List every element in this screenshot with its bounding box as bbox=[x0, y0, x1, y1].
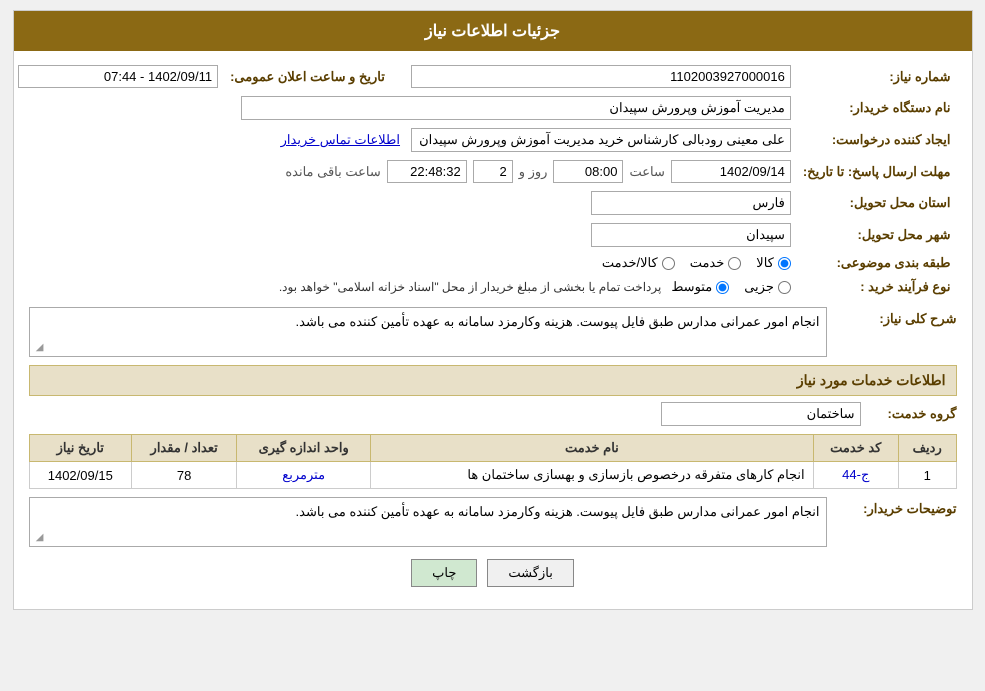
farayand-motavaset-radio[interactable] bbox=[716, 281, 729, 294]
gorohKhadamat-value: ساختمان bbox=[661, 402, 861, 426]
tabaqe-kala-khadamat-option[interactable]: کالا/خدمت bbox=[602, 255, 675, 271]
cell-vahed: مترمربع bbox=[237, 462, 371, 489]
ostan-value: فارس bbox=[591, 191, 791, 215]
noveFarayand-note: پرداخت تمام یا بخشی از مبلغ خریدار از مح… bbox=[279, 280, 662, 294]
services-table: ردیف کد خدمت نام خدمت واحد اندازه گیری ت… bbox=[29, 434, 957, 489]
shahr-label: شهر محل تحویل: bbox=[797, 219, 957, 251]
tosifat-value: انجام امور عمرانی مدارس طبق فایل پیوست. … bbox=[296, 504, 820, 519]
tosifat-box: انجام امور عمرانی مدارس طبق فایل پیوست. … bbox=[29, 497, 827, 547]
cell-kod: ج-44 bbox=[813, 462, 898, 489]
mohlat-label: مهلت ارسال پاسخ: تا تاریخ: bbox=[797, 156, 957, 187]
col-tedad: تعداد / مقدار bbox=[132, 435, 237, 462]
col-radif: ردیف bbox=[898, 435, 956, 462]
print-button[interactable]: چاپ bbox=[411, 559, 477, 587]
sharhKoli-label: شرح کلی نیاز: bbox=[827, 307, 957, 327]
col-tarikh: تاریخ نیاز bbox=[29, 435, 132, 462]
mohlat-saat-value: 08:00 bbox=[553, 160, 623, 183]
mohlat-saat-mande-label: ساعت باقی مانده bbox=[285, 164, 380, 180]
cell-tedad: 78 bbox=[132, 462, 237, 489]
mohlat-date: 1402/09/14 bbox=[671, 160, 791, 183]
ijadKonande-value: علی معینی رودبالی کارشناس خرید مدیریت آم… bbox=[411, 128, 791, 152]
ijadKonande-label: ایجاد کننده درخواست: bbox=[797, 124, 957, 156]
page-title: جزئیات اطلاعات نیاز bbox=[14, 11, 972, 51]
cell-name: انجام کارهای متفرقه درخصوص بازسازی و بهس… bbox=[371, 462, 814, 489]
back-button[interactable]: بازگشت bbox=[487, 559, 573, 587]
col-vahed: واحد اندازه گیری bbox=[237, 435, 371, 462]
shomareNiaz-label: شماره نیاز: bbox=[797, 61, 957, 92]
cell-radif: 1 bbox=[898, 462, 956, 489]
noveFarayand-label: نوع فرآیند خرید : bbox=[797, 275, 957, 299]
namDastgah-value: مدیریت آموزش وپرورش سپیدان bbox=[241, 96, 791, 120]
farayand-motavaset-label: متوسط bbox=[671, 279, 712, 295]
farayand-jozi-option[interactable]: جزیی bbox=[744, 279, 791, 295]
tabaqe-kala-option[interactable]: کالا bbox=[756, 255, 791, 271]
tabaqe-kala-radio[interactable] bbox=[778, 257, 791, 270]
sharhKoli-box: انجام امور عمرانی مدارس طبق فایل پیوست. … bbox=[29, 307, 827, 357]
mohlat-saat-label: ساعت bbox=[629, 164, 664, 180]
shahr-value: سپیدان bbox=[591, 223, 791, 247]
col-kod: کد خدمت bbox=[813, 435, 898, 462]
tabaqe-kala-khadamat-label: کالا/خدمت bbox=[602, 255, 658, 271]
farayand-jozi-radio[interactable] bbox=[778, 281, 791, 294]
resize-handle-tosifat: ◢ bbox=[32, 532, 44, 544]
tabaqe-khadamat-label: خدمت bbox=[690, 255, 725, 271]
ostan-label: استان محل تحویل: bbox=[797, 187, 957, 219]
tabaqe-kala-label: کالا bbox=[756, 255, 774, 271]
tabaqe-label: طبقه بندی موضوعی: bbox=[797, 251, 957, 275]
farayand-jozi-label: جزیی bbox=[744, 279, 774, 295]
shomareNiaz-value: 1102003927000016 bbox=[411, 65, 791, 88]
tabaqe-khadamat-option[interactable]: خدمت bbox=[690, 255, 742, 271]
sharhKoli-value: انجام امور عمرانی مدارس طبق فایل پیوست. … bbox=[296, 314, 820, 329]
tabaqe-khadamat-radio[interactable] bbox=[728, 257, 741, 270]
farayand-motavaset-option[interactable]: متوسط bbox=[671, 279, 729, 295]
namDastgah-label: نام دستگاه خریدار: bbox=[797, 92, 957, 124]
mohlat-roz-label: روز و bbox=[519, 164, 548, 180]
tarikh-label: تاریخ و ساعت اعلان عمومی: bbox=[224, 61, 405, 92]
tosifat-label: توضیحات خریدار: bbox=[827, 497, 957, 517]
cell-tarikh: 1402/09/15 bbox=[29, 462, 132, 489]
resize-handle-sharh: ◢ bbox=[32, 342, 44, 354]
table-row: 1 ج-44 انجام کارهای متفرقه درخصوص بازساز… bbox=[29, 462, 956, 489]
mohlat-roz-value: 2 bbox=[473, 160, 513, 183]
mohlat-saat-mande-value: 22:48:32 bbox=[387, 160, 467, 183]
gorohKhadamat-label: گروه خدمت: bbox=[867, 406, 957, 422]
col-name: نام خدمت bbox=[371, 435, 814, 462]
tabaqe-kala-khadamat-radio[interactable] bbox=[662, 257, 675, 270]
section-khadamat-header: اطلاعات خدمات مورد نیاز bbox=[29, 365, 957, 396]
tarikh-value: 1402/09/11 - 07:44 bbox=[18, 65, 218, 88]
ijadKonande-link[interactable]: اطلاعات تماس خریدار bbox=[281, 132, 400, 147]
